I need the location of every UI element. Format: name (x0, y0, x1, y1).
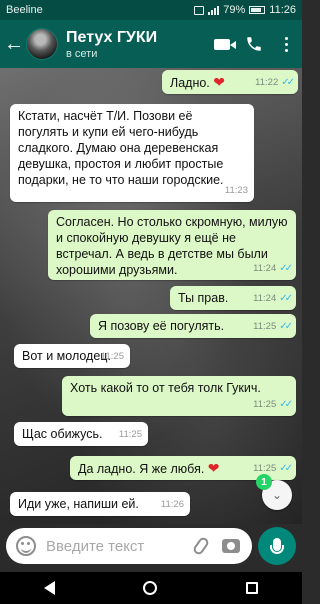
signal-icon (208, 5, 220, 15)
arrow-left-icon[interactable]: ← (4, 34, 24, 54)
message-text: Щас обижусь. (22, 427, 103, 441)
voice-call-button[interactable] (238, 35, 270, 53)
read-ticks-icon: ✓✓ (279, 293, 293, 304)
emoji-icon[interactable] (16, 536, 36, 556)
voice-record-button[interactable] (258, 527, 296, 565)
contact-status: в сети (66, 47, 98, 60)
message-text: Вот и молодец. (22, 349, 111, 363)
message-bubble[interactable]: Я позову её погулять. 11:25 ✓✓ (90, 314, 296, 338)
read-ticks-icon: ✓✓ (281, 77, 295, 88)
message-time: 11:24 (253, 263, 277, 274)
message-time: 11:23 (224, 185, 248, 196)
unread-badge: 1 (256, 474, 272, 490)
message-bubble[interactable]: Согласен. Но столько скромную, милую и с… (48, 210, 296, 280)
microphone-icon (270, 537, 284, 554)
contact-info[interactable]: Петух ГУКИ в сети (66, 29, 206, 60)
message-text: Хоть какой то от тебя толк Гукич. (70, 381, 261, 395)
heart-emoji: ❤ (207, 460, 220, 476)
vibrate-icon (194, 5, 205, 15)
phone-icon (247, 37, 261, 51)
battery-percent: 79% (223, 4, 246, 16)
message-time: 11:25 (253, 399, 277, 410)
message-time: 11:25 (253, 321, 277, 332)
contact-name: Петух ГУКИ (66, 28, 158, 46)
message-input[interactable]: Введите текст (6, 528, 252, 564)
clock: 11:26 (269, 4, 296, 16)
chat-area[interactable]: Ладно. ❤ 11:22 ✓✓ Кстати, насчёт Т/И. Поз… (0, 68, 302, 524)
message-text: Я позову её погулять. (98, 319, 225, 333)
message-text: Кстати, насчёт Т/И. Позови её погулять и… (18, 109, 224, 187)
read-ticks-icon: ✓✓ (279, 463, 293, 474)
message-bubble[interactable]: Иди уже, напиши ей. 11:26 (10, 492, 190, 516)
message-time: 11:25 (118, 429, 142, 440)
message-bubble[interactable]: Вот и молодец. 11:25 (14, 344, 130, 368)
read-ticks-icon: ✓✓ (279, 321, 293, 332)
read-ticks-icon: ✓✓ (279, 263, 293, 274)
system-nav-bar (0, 572, 302, 604)
message-time: 11:22 (255, 77, 279, 88)
message-bubble[interactable]: Хоть какой то от тебя толк Гукич. 11:25 ✓… (62, 376, 296, 416)
video-call-button[interactable] (206, 38, 238, 50)
chat-header: ← Петух ГУКИ в сети (0, 20, 302, 68)
nav-recents-icon[interactable] (245, 582, 258, 594)
message-text: Да ладно. Я же любя. (78, 462, 205, 476)
message-placeholder: Введите текст (46, 537, 145, 555)
message-time: 11:24 (253, 293, 277, 304)
read-ticks-icon: ✓✓ (279, 399, 293, 410)
message-text: Иди уже, напиши ей. (18, 497, 139, 511)
avatar[interactable] (26, 28, 58, 60)
message-time: 11:25 (100, 351, 124, 362)
message-text: Ладно. (170, 76, 210, 90)
menu-dots-icon (284, 36, 288, 52)
nav-home-icon[interactable] (143, 581, 158, 595)
nav-back-icon[interactable] (44, 581, 56, 595)
more-options-button[interactable] (270, 36, 302, 52)
heart-emoji: ❤ (213, 74, 225, 90)
message-bubble[interactable]: Щас обижусь. 11:25 (14, 422, 148, 446)
carrier-label: Beeline (6, 4, 43, 16)
status-bar: Beeline 79% 11:26 (0, 0, 302, 20)
message-time: 11:26 (160, 499, 184, 510)
message-bubble[interactable]: Ладно. ❤ 11:22 ✓✓ (162, 70, 298, 94)
message-text: Ты прав. (178, 291, 229, 305)
message-bubble[interactable]: Ты прав. 11:24 ✓✓ (170, 286, 296, 310)
status-icons: 79% 11:26 (194, 4, 296, 16)
message-bubble[interactable]: Кстати, насчёт Т/И. Позови её погулять и… (10, 104, 254, 202)
chevron-down-icon: ⌄ (271, 488, 283, 502)
video-call-icon (214, 38, 236, 50)
camera-icon[interactable] (222, 539, 240, 553)
battery-icon (249, 6, 266, 14)
